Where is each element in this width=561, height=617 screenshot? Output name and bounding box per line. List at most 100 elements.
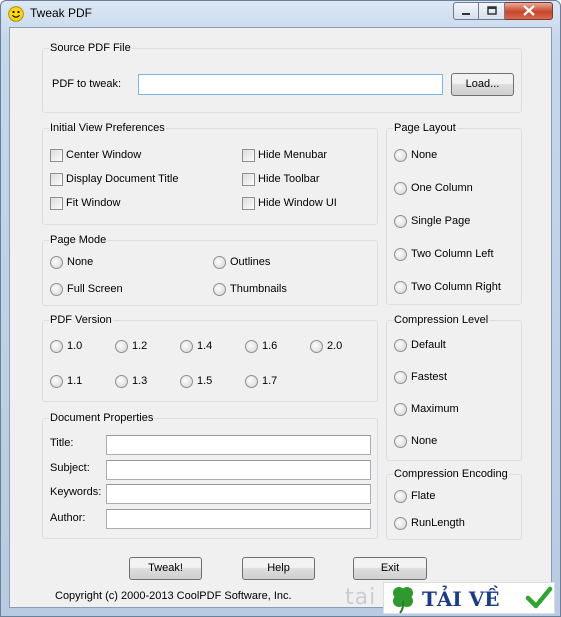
radio-circle[interactable] <box>394 339 407 352</box>
page-mode-group-label: Page Mode <box>49 233 108 247</box>
radio-circle[interactable] <box>245 340 258 353</box>
minimize-button[interactable] <box>453 2 479 20</box>
radio-circle[interactable] <box>394 149 407 162</box>
subject-input[interactable] <box>106 460 371 480</box>
level-maximum-radio[interactable]: Maximum <box>394 403 504 417</box>
radio-label: One Column <box>411 182 473 194</box>
encoding-runlength-radio[interactable]: RunLength <box>394 517 504 531</box>
version-1-0-radio[interactable]: 1.0 <box>50 340 100 354</box>
center-window-checkbox[interactable]: Center Window <box>50 149 200 163</box>
radio-circle[interactable] <box>310 340 323 353</box>
maximize-button[interactable] <box>479 2 505 20</box>
radio-label: Two Column Left <box>411 248 494 260</box>
mode-outlines-radio[interactable]: Outlines <box>213 256 333 270</box>
radio-label: 1.4 <box>197 340 213 352</box>
maximize-icon <box>486 6 497 15</box>
close-button[interactable] <box>505 2 553 20</box>
radio-circle[interactable] <box>394 490 407 503</box>
checkbox-label: Hide Menubar <box>258 149 328 161</box>
radio-circle[interactable] <box>394 403 407 416</box>
source-pdf-group: Source PDF File PDF to tweak: Load... <box>42 41 522 113</box>
compression-level-group-label: Compression Level <box>393 313 490 327</box>
radio-label: 1.0 <box>67 340 83 352</box>
fit-window-checkbox[interactable]: Fit Window <box>50 197 200 211</box>
compression-encoding-group-label: Compression Encoding <box>393 467 509 481</box>
radio-label: Single Page <box>411 215 471 227</box>
display-document-title-checkbox[interactable]: Display Document Title <box>50 173 200 187</box>
page-mode-group: Page Mode None Outlines Full Screen Thum… <box>42 233 378 306</box>
layout-none-radio[interactable]: None <box>394 149 514 163</box>
initial-view-group-label: Initial View Preferences <box>49 121 166 135</box>
checkbox-box[interactable] <box>50 149 63 162</box>
layout-one-column-radio[interactable]: One Column <box>394 182 514 196</box>
hide-toolbar-checkbox[interactable]: Hide Toolbar <box>242 173 362 187</box>
radio-circle[interactable] <box>115 340 128 353</box>
radio-label: Full Screen <box>67 283 123 295</box>
radio-circle[interactable] <box>50 375 63 388</box>
radio-circle[interactable] <box>213 256 226 269</box>
mode-full-screen-radio[interactable]: Full Screen <box>50 283 170 297</box>
tweak-button[interactable]: Tweak! <box>129 557 202 580</box>
checkbox-label: Fit Window <box>66 197 121 209</box>
radio-circle[interactable] <box>50 340 63 353</box>
copyright-text: Copyright (c) 2000-2013 CoolPDF Software… <box>55 590 292 602</box>
version-1-5-radio[interactable]: 1.5 <box>180 375 230 389</box>
radio-circle[interactable] <box>394 248 407 261</box>
layout-single-page-radio[interactable]: Single Page <box>394 215 514 229</box>
version-1-7-radio[interactable]: 1.7 <box>245 375 295 389</box>
version-2-0-radio[interactable]: 2.0 <box>310 340 360 354</box>
radio-circle[interactable] <box>50 256 63 269</box>
radio-circle[interactable] <box>180 375 193 388</box>
help-button[interactable]: Help <box>242 557 315 580</box>
page-layout-group: Page Layout None One Column Single Page … <box>386 121 522 305</box>
radio-circle[interactable] <box>394 517 407 530</box>
pdf-to-tweak-input[interactable] <box>138 74 443 95</box>
level-none-radio[interactable]: None <box>394 435 504 449</box>
radio-label: None <box>411 149 438 161</box>
compression-level-group: Compression Level Default Fastest Maximu… <box>386 313 522 461</box>
watermark-faded-text: tai <box>345 585 377 610</box>
radio-label: None <box>411 435 438 447</box>
source-pdf-group-label: Source PDF File <box>49 41 132 55</box>
hide-menubar-checkbox[interactable]: Hide Menubar <box>242 149 362 163</box>
compression-encoding-group: Compression Encoding Flate RunLength <box>386 467 522 540</box>
layout-two-column-right-radio[interactable]: Two Column Right <box>394 281 519 295</box>
hide-window-ui-checkbox[interactable]: Hide Window UI <box>242 197 362 211</box>
radio-circle[interactable] <box>115 375 128 388</box>
checkbox-box[interactable] <box>50 197 63 210</box>
radio-circle[interactable] <box>394 281 407 294</box>
radio-circle[interactable] <box>245 375 258 388</box>
radio-circle[interactable] <box>180 340 193 353</box>
version-1-2-radio[interactable]: 1.2 <box>115 340 165 354</box>
encoding-flate-radio[interactable]: Flate <box>394 490 504 504</box>
checkbox-box[interactable] <box>242 149 255 162</box>
title-bar[interactable]: Tweak PDF <box>1 1 560 27</box>
version-1-4-radio[interactable]: 1.4 <box>180 340 230 354</box>
radio-circle[interactable] <box>394 371 407 384</box>
level-default-radio[interactable]: Default <box>394 339 504 353</box>
version-1-6-radio[interactable]: 1.6 <box>245 340 295 354</box>
title-input[interactable] <box>106 435 371 455</box>
subject-label: Subject: <box>50 462 90 474</box>
mode-none-radio[interactable]: None <box>50 256 170 270</box>
radio-label: 1.2 <box>132 340 148 352</box>
radio-circle[interactable] <box>213 283 226 296</box>
load-button[interactable]: Load... <box>451 73 514 96</box>
radio-circle[interactable] <box>394 215 407 228</box>
checkbox-box[interactable] <box>242 173 255 186</box>
level-fastest-radio[interactable]: Fastest <box>394 371 504 385</box>
version-1-1-radio[interactable]: 1.1 <box>50 375 100 389</box>
exit-button[interactable]: Exit <box>353 557 427 580</box>
author-input[interactable] <box>106 509 371 529</box>
version-1-3-radio[interactable]: 1.3 <box>115 375 165 389</box>
window-title: Tweak PDF <box>30 6 93 20</box>
layout-two-column-left-radio[interactable]: Two Column Left <box>394 248 514 262</box>
checkbox-box[interactable] <box>50 173 63 186</box>
checkbox-box[interactable] <box>242 197 255 210</box>
radio-circle[interactable] <box>394 435 407 448</box>
radio-circle[interactable] <box>50 283 63 296</box>
radio-label: 2.0 <box>327 340 343 352</box>
keywords-input[interactable] <box>106 484 371 504</box>
radio-circle[interactable] <box>394 182 407 195</box>
mode-thumbnails-radio[interactable]: Thumbnails <box>213 283 333 297</box>
